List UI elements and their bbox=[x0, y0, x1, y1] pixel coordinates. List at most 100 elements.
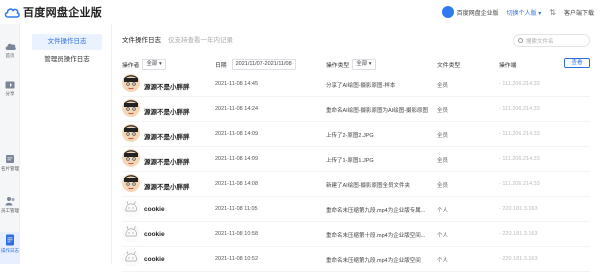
operator-filter: 操作者 全部 ▾ bbox=[122, 58, 166, 70]
nav-item-staff[interactable]: 员工管理 bbox=[0, 196, 20, 224]
table-row[interactable]: cookie 2021-11-08 11:05 重命名未压缩第九段.mp4为企业版专… bbox=[122, 197, 590, 222]
avatar bbox=[122, 224, 140, 242]
row-ip: - 111.206.214.33 bbox=[499, 81, 540, 87]
cloud-logo-icon bbox=[4, 7, 20, 18]
device-header: 操作端 bbox=[499, 58, 516, 70]
tab-bar: 文件操作日志 仅支持查看一年内记录 bbox=[122, 34, 233, 44]
nav-item-oplog[interactable]: 操作日志 bbox=[0, 232, 20, 264]
app-title: 百度网盘企业版 bbox=[23, 7, 103, 19]
row-action: 上传了2-原图2.JPG bbox=[326, 133, 374, 139]
row-ip: - 111.206.214.33 bbox=[499, 181, 540, 187]
row-action: 重命名未压缩第十段.mp4为企业版空间... bbox=[326, 233, 426, 239]
table-row[interactable]: 源源不是小胖胖 2021-11-08 14:24 重命名AI绘图-摄影原图为AI绘图… bbox=[122, 97, 590, 122]
client-download-link[interactable]: 客户端下载 bbox=[564, 8, 594, 17]
nav-label-oplog: 操作日志 bbox=[1, 248, 19, 253]
row-user: cookie bbox=[144, 231, 165, 238]
transfer-icon[interactable]: ⇅ bbox=[549, 8, 556, 17]
row-file-type: 全员 bbox=[437, 183, 449, 189]
row-date: 2021-11-08 14:09 bbox=[215, 131, 259, 137]
file-type-label: 文件类型 bbox=[437, 62, 461, 69]
search-box[interactable]: 搜索文件名 bbox=[513, 34, 590, 47]
app-logo[interactable]: 百度网盘企业版 bbox=[4, 4, 102, 20]
people-icon bbox=[5, 197, 14, 206]
row-action: 重命名AI绘图-摄影原图为AI绘图-摄影原图 bbox=[326, 108, 429, 114]
nav-item-share[interactable]: 分享 bbox=[0, 80, 20, 106]
row-date: 2021-11-08 10:58 bbox=[215, 231, 259, 237]
operator-select[interactable]: 全部 ▾ bbox=[142, 58, 166, 70]
table-row[interactable]: 源源不是小胖胖 2021-11-08 14:45 分享了AI绘图-摄影原图-样本 全员… bbox=[122, 72, 590, 97]
op-type-label: 操作类型 bbox=[326, 62, 350, 69]
side-nav: 首页 分享 名片管理 员工管理 操作日志 bbox=[0, 24, 20, 264]
log-icon bbox=[6, 234, 14, 246]
top-right-actions: 百度网盘企业版 切换个人版 ▾ ⇅ 客户端下载 bbox=[441, 0, 594, 24]
nav-label-card: 名片管理 bbox=[1, 166, 19, 171]
cloud-icon bbox=[5, 43, 16, 50]
row-ip: - 220.181.3.163 bbox=[499, 231, 538, 237]
tab-file-log[interactable]: 文件操作日志 bbox=[122, 34, 161, 44]
nav-label-share: 分享 bbox=[5, 91, 15, 96]
operator-label: 操作者 bbox=[122, 62, 140, 69]
row-action: 新建了AI绘图-摄影原图全员文件夹 bbox=[326, 183, 411, 189]
search-input[interactable]: 搜索文件名 bbox=[526, 37, 554, 45]
row-date: 2021-11-08 14:24 bbox=[215, 106, 259, 112]
op-type-filter: 操作类型 全部 ▾ bbox=[326, 58, 376, 70]
row-action: 重命名未压缩第九段.mp4为企业版专属... bbox=[326, 208, 426, 214]
card-icon bbox=[6, 155, 14, 163]
row-ip: - 220.181.3.163 bbox=[499, 256, 538, 262]
switch-personal-button[interactable]: 切换个人版 ▾ bbox=[507, 8, 542, 17]
row-file-type: 个人 bbox=[437, 208, 449, 214]
row-ip: - 111.206.214.33 bbox=[499, 106, 540, 112]
row-action: 分享了AI绘图-摄影原图-样本 bbox=[326, 83, 396, 89]
main-content: 文件操作日志 仅支持查看一年内记录 搜索文件名 操作者 全部 ▾ 日期 2021… bbox=[112, 24, 600, 272]
org-avatar-icon bbox=[441, 6, 454, 18]
avatar bbox=[122, 199, 140, 217]
date-range-picker[interactable]: 2021/11/07-2021/11/08 bbox=[231, 58, 296, 70]
top-bar: 百度网盘企业版 百度网盘企业版 切换个人版 ▾ ⇅ 客户端下载 bbox=[0, 0, 600, 24]
avatar bbox=[122, 149, 140, 167]
row-user: cookie bbox=[144, 256, 165, 263]
table-row[interactable]: cookie 2021-11-08 10:58 重命名未压缩第十段.mp4为企业版空… bbox=[122, 222, 590, 247]
file-type-header: 文件类型 bbox=[437, 58, 460, 70]
query-button[interactable]: 查看 bbox=[564, 58, 590, 68]
row-user: 源源不是小胖胖 bbox=[144, 84, 190, 91]
retention-hint: 仅支持查看一年内记录 bbox=[168, 37, 233, 44]
op-type-select[interactable]: 全部 ▾ bbox=[352, 58, 376, 70]
date-filter: 日期 2021/11/07-2021/11/08 bbox=[215, 58, 296, 70]
nav-label-staff: 员工管理 bbox=[1, 208, 19, 213]
search-icon bbox=[518, 38, 523, 43]
avatar bbox=[122, 174, 140, 192]
nav-item-home[interactable]: 首页 bbox=[0, 42, 20, 68]
table-row[interactable]: 源源不是小胖胖 2021-11-08 14:09 上传了1-原图1.JPG 全员 - 1… bbox=[122, 147, 590, 172]
table-row[interactable]: cookie 2021-11-08 10:52 重命名未压缩第九段.mp4为企业版空… bbox=[122, 247, 590, 272]
row-ip: - 111.206.214.33 bbox=[499, 156, 540, 162]
avatar bbox=[122, 124, 140, 142]
row-ip: - 220.181.3.163 bbox=[499, 206, 538, 212]
row-file-type: 个人 bbox=[437, 233, 449, 239]
row-file-type: 全员 bbox=[437, 158, 449, 164]
nav-item-card[interactable]: 名片管理 bbox=[0, 154, 20, 182]
row-user: 源源不是小胖胖 bbox=[144, 109, 190, 116]
row-file-type: 全员 bbox=[437, 83, 449, 89]
table-row[interactable]: 源源不是小胖胖 2021-11-08 14:08 新建了AI绘图-摄影原图全员文件夹… bbox=[122, 172, 590, 197]
subnav-admin-log[interactable]: 管理员操作日志 bbox=[32, 52, 102, 68]
avatar bbox=[122, 99, 140, 117]
row-date: 2021-11-08 14:45 bbox=[215, 81, 259, 87]
row-file-type: 个人 bbox=[437, 258, 449, 264]
row-user: 源源不是小胖胖 bbox=[144, 159, 190, 166]
filter-bar: 操作者 全部 ▾ 日期 2021/11/07-2021/11/08 操作类型 全… bbox=[122, 58, 590, 72]
sub-nav: 文件操作日志 管理员操作日志 bbox=[20, 24, 112, 264]
row-date: 2021-11-08 10:52 bbox=[215, 256, 259, 262]
device-label: 操作端 bbox=[499, 62, 517, 69]
row-ip: - 111.206.214.33 bbox=[499, 131, 540, 137]
date-label: 日期 bbox=[215, 62, 227, 69]
table-row[interactable]: 源源不是小胖胖 2021-11-08 14:09 上传了2-原图2.JPG 全员 - 1… bbox=[122, 122, 590, 147]
row-user: 源源不是小胖胖 bbox=[144, 134, 190, 141]
org-name: 百度网盘企业版 bbox=[456, 10, 499, 17]
row-date: 2021-11-08 14:09 bbox=[215, 156, 259, 162]
subnav-file-log[interactable]: 文件操作日志 bbox=[32, 34, 102, 50]
row-file-type: 全员 bbox=[437, 108, 449, 114]
row-action: 重命名未压缩第九段.mp4为企业版空间 bbox=[326, 258, 421, 264]
nav-label-home: 首页 bbox=[5, 53, 15, 58]
avatar bbox=[122, 249, 140, 267]
row-date: 2021-11-08 11:05 bbox=[215, 206, 258, 212]
